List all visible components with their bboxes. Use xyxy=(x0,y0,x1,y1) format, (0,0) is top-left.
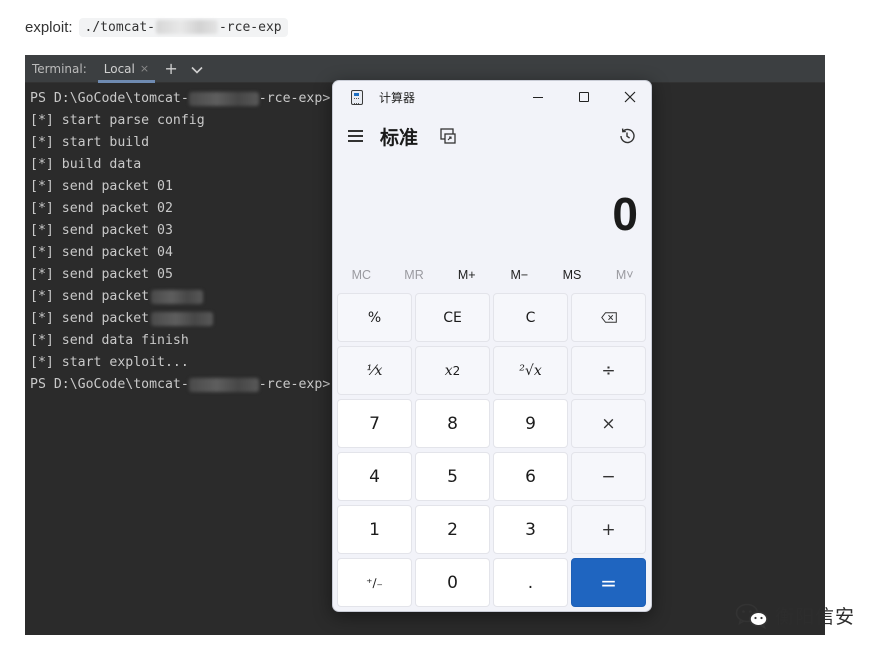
prompt-prefix: PS D:\GoCode\tomcat- xyxy=(30,91,189,106)
packet-line-text: [*] send packet xyxy=(30,289,150,304)
packet-line-text: [*] send packet xyxy=(30,311,150,326)
watermark-text: 衡阳信安 xyxy=(775,606,856,628)
memory-add-button[interactable]: M+ xyxy=(440,265,493,285)
digit-1-button[interactable]: 1 xyxy=(337,505,412,554)
mode-title: 标准 xyxy=(380,127,419,149)
memory-row: MC MR M+ M− MS M˅ xyxy=(335,265,651,285)
prompt-suffix: -rce-exp> xyxy=(258,377,331,392)
calculator-window: 计算器 标准 0 MC MR M+ M− MS M˅ % CE C ⅟x x2 … xyxy=(332,80,652,612)
negate-button[interactable]: ⁺∕₋ xyxy=(337,558,412,607)
memory-clear-button[interactable]: MC xyxy=(335,265,388,285)
exploit-command-prefix: ./tomcat- xyxy=(84,19,155,35)
square-exp-label: 2 xyxy=(452,363,461,378)
result-display: 0 xyxy=(612,188,638,240)
history-icon[interactable] xyxy=(617,126,637,146)
clear-button[interactable]: C xyxy=(493,293,568,342)
decimal-button[interactable]: . xyxy=(493,558,568,607)
square-button[interactable]: x2 xyxy=(415,346,490,395)
close-button[interactable] xyxy=(607,81,651,113)
calculator-app-icon xyxy=(351,90,363,105)
exploit-line: exploit: ./tomcat- -rce-exp xyxy=(25,16,288,38)
terminal-title: Terminal: xyxy=(32,61,87,76)
wechat-icon xyxy=(735,603,768,629)
minimize-button[interactable] xyxy=(515,81,561,113)
memory-recall-button[interactable]: MR xyxy=(388,265,441,285)
digit-5-button[interactable]: 5 xyxy=(415,452,490,501)
plus-button[interactable]: + xyxy=(571,505,646,554)
backspace-icon xyxy=(600,312,617,323)
chevron-down-icon[interactable] xyxy=(184,59,210,78)
prompt-suffix: -rce-exp> xyxy=(258,91,331,106)
maximize-button[interactable] xyxy=(561,81,607,113)
clear-entry-button[interactable]: CE xyxy=(415,293,490,342)
close-tab-icon[interactable]: × xyxy=(140,62,149,75)
prompt-prefix: PS D:\GoCode\tomcat- xyxy=(30,377,189,392)
digit-6-button[interactable]: 6 xyxy=(493,452,568,501)
keep-on-top-icon[interactable] xyxy=(439,127,457,145)
digit-4-button[interactable]: 4 xyxy=(337,452,412,501)
minus-button[interactable]: − xyxy=(571,452,646,501)
terminal-tab-label: Local xyxy=(103,61,135,76)
square-root-button[interactable]: ²√x xyxy=(493,346,568,395)
add-tab-icon[interactable]: + xyxy=(158,59,184,78)
exploit-label: exploit: xyxy=(25,18,73,36)
digit-0-button[interactable]: 0 xyxy=(415,558,490,607)
maximize-icon xyxy=(579,92,589,102)
memory-list-button[interactable]: M˅ xyxy=(598,265,651,285)
redacted-text xyxy=(188,92,259,106)
backspace-button[interactable] xyxy=(571,293,646,342)
memory-store-button[interactable]: MS xyxy=(546,265,599,285)
digit-9-button[interactable]: 9 xyxy=(493,399,568,448)
square-base-label: x xyxy=(444,362,453,379)
reciprocal-button[interactable]: ⅟x xyxy=(337,346,412,395)
exploit-command-code: ./tomcat- -rce-exp xyxy=(78,17,288,37)
terminal-tab-bar: Terminal: Local × + xyxy=(25,55,825,83)
minimize-icon xyxy=(533,96,543,98)
digit-3-button[interactable]: 3 xyxy=(493,505,568,554)
percent-button[interactable]: % xyxy=(337,293,412,342)
divide-button[interactable]: ÷ xyxy=(571,346,646,395)
calculator-titlebar[interactable]: 计算器 xyxy=(333,81,651,113)
redacted-text xyxy=(151,290,204,304)
equals-button[interactable]: = xyxy=(571,558,646,607)
keypad: % CE C ⅟x x2 ²√x ÷ 7 8 9 × 4 5 6 − 1 2 3… xyxy=(337,293,649,607)
memory-subtract-button[interactable]: M− xyxy=(493,265,546,285)
digit-7-button[interactable]: 7 xyxy=(337,399,412,448)
terminal-tab-local[interactable]: Local × xyxy=(95,55,158,83)
multiply-button[interactable]: × xyxy=(571,399,646,448)
sqrt-label: ²√x xyxy=(519,362,542,379)
reciprocal-label: ⅟x xyxy=(366,362,383,379)
digit-8-button[interactable]: 8 xyxy=(415,399,490,448)
close-icon xyxy=(624,91,636,103)
window-title: 计算器 xyxy=(379,91,416,105)
digit-2-button[interactable]: 2 xyxy=(415,505,490,554)
redacted-text xyxy=(155,20,218,34)
redacted-text xyxy=(188,378,259,392)
negate-label: ⁺∕₋ xyxy=(366,575,383,590)
wechat-watermark: 衡阳信安 xyxy=(735,602,855,629)
hamburger-menu-icon[interactable] xyxy=(347,127,365,145)
exploit-command-suffix: -rce-exp xyxy=(218,19,282,35)
redacted-text xyxy=(151,312,214,326)
